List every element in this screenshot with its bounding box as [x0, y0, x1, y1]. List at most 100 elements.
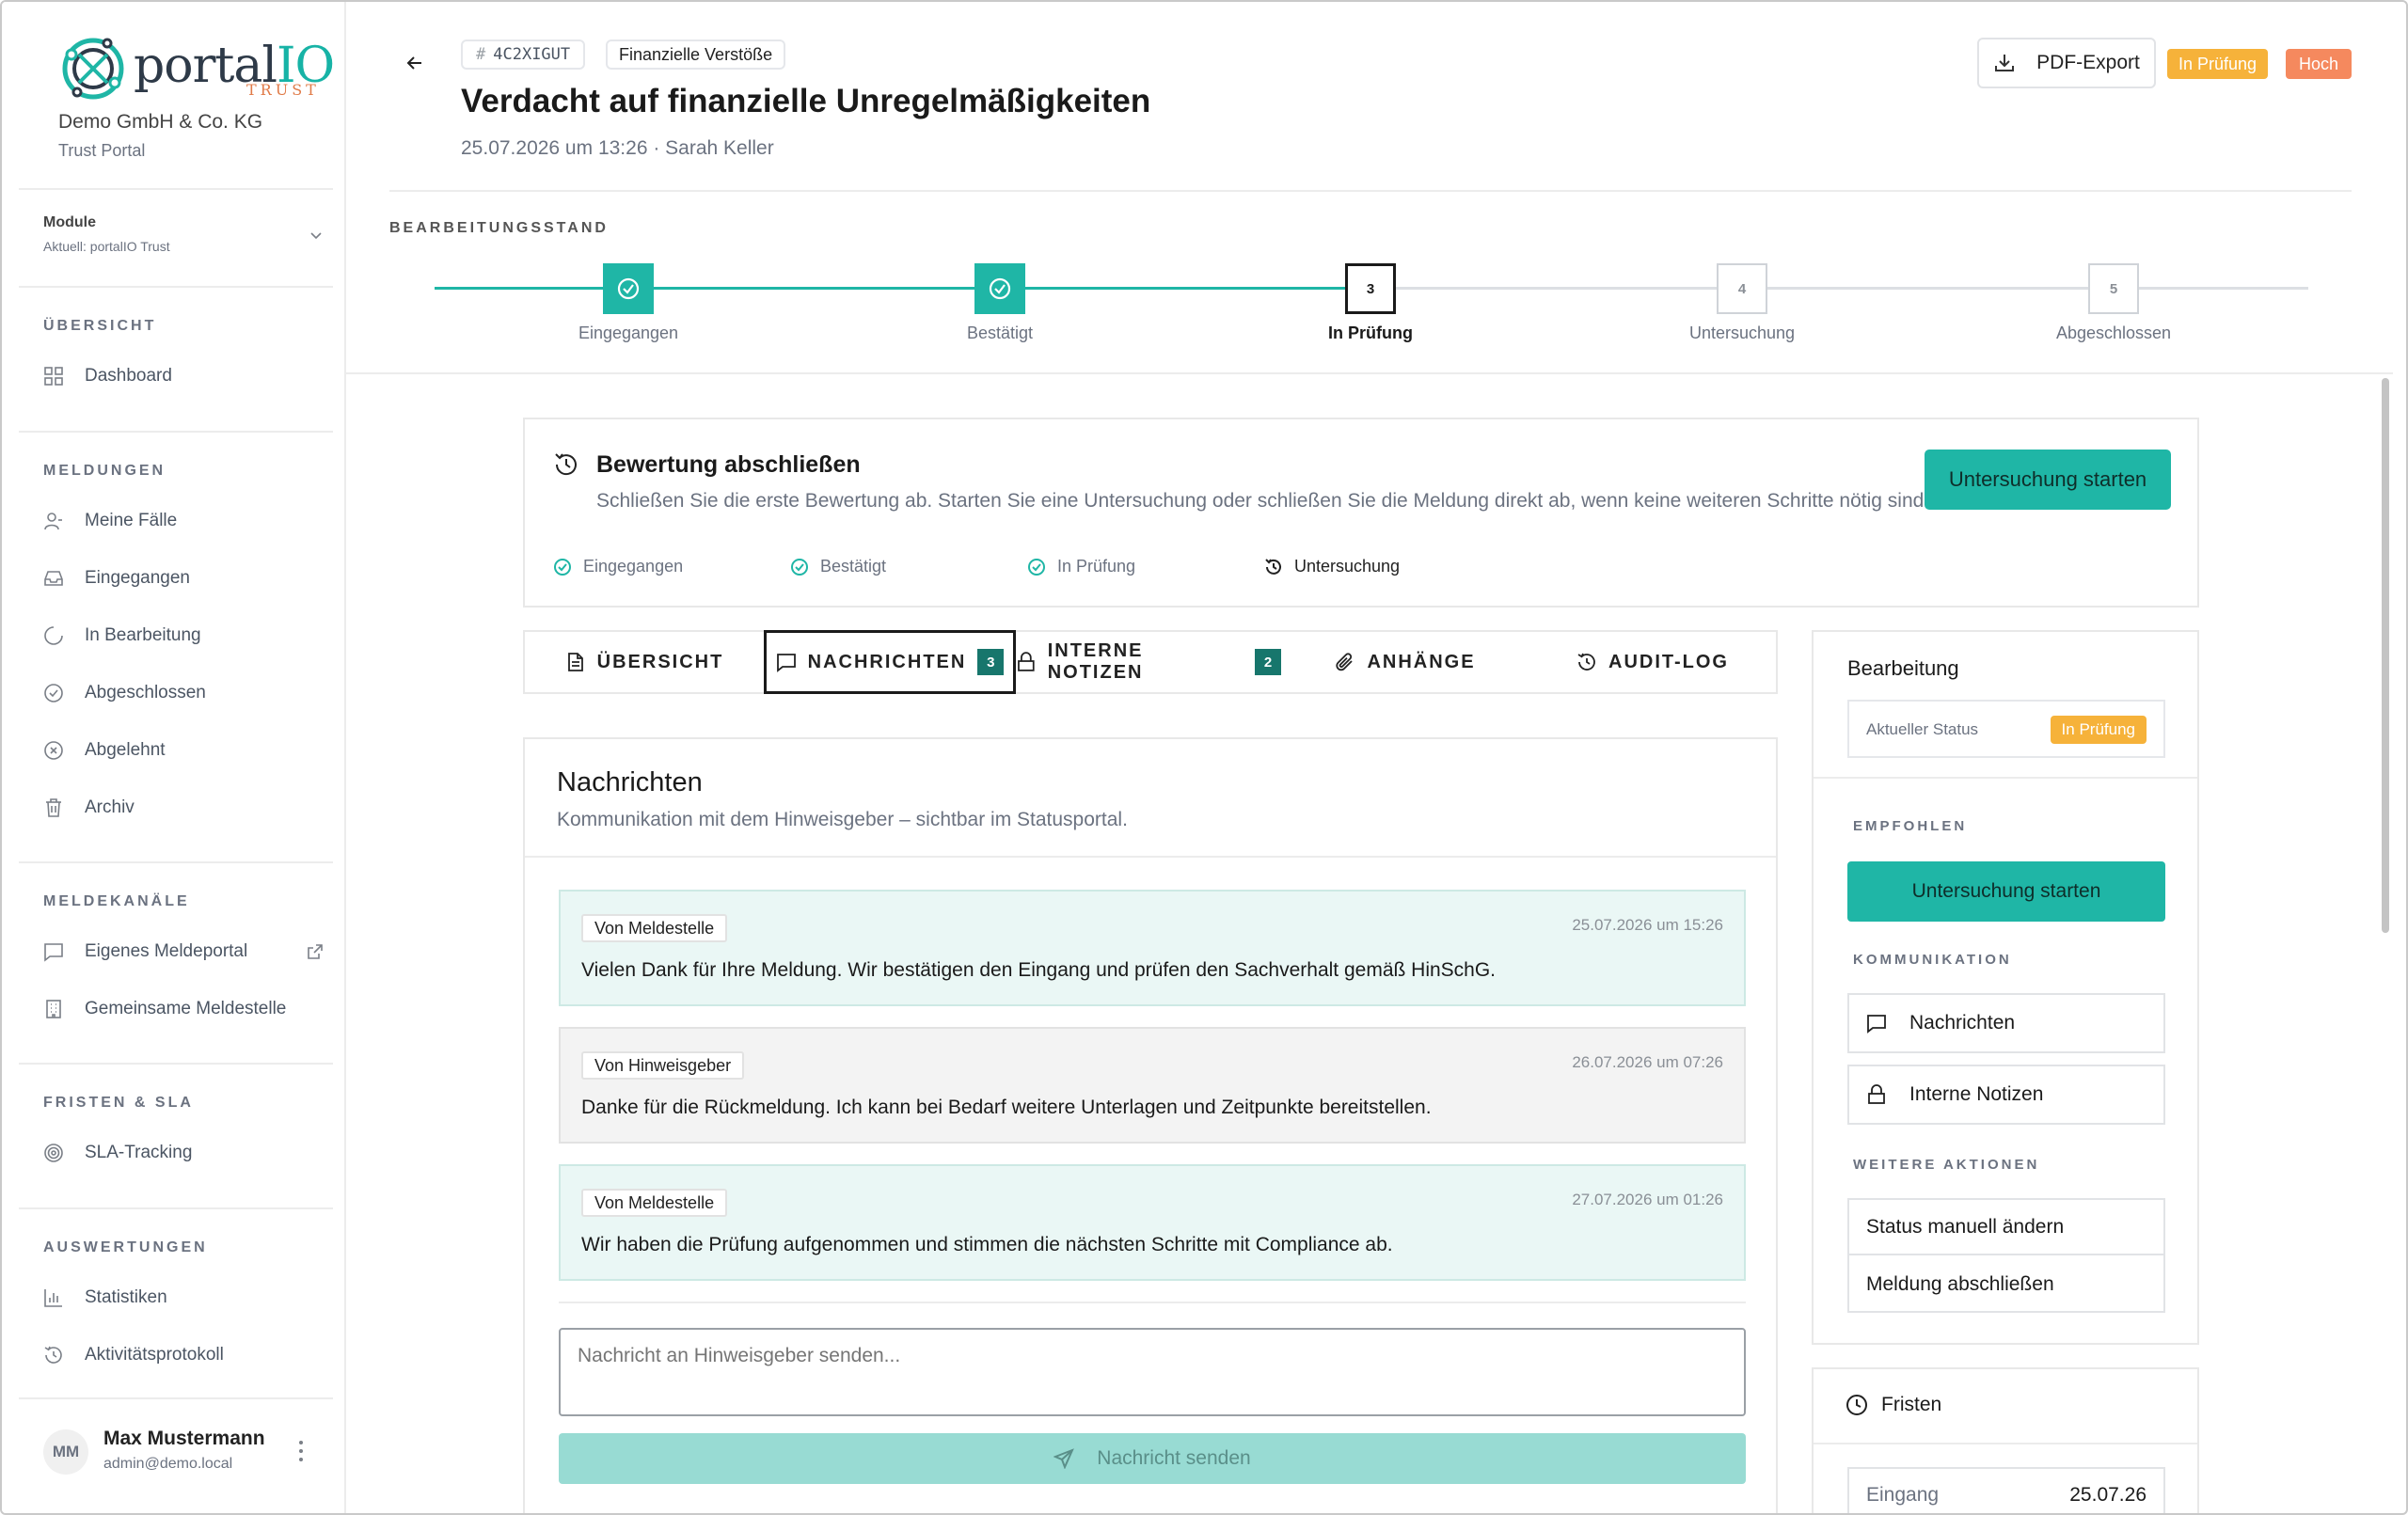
app-window: portalIO TRUST Demo GmbH & Co. KG Trust … [0, 0, 2408, 1515]
pdf-export-button[interactable]: PDF-Export [1977, 38, 2156, 88]
step-label: In Prüfung [1328, 324, 1413, 342]
messages-title: Nachrichten [557, 767, 703, 797]
back-arrow-icon[interactable] [403, 51, 427, 75]
lock-icon [1868, 1084, 1885, 1104]
message-input[interactable] [559, 1328, 1746, 1416]
message-item: Von Hinweisgeber 26.07.2026 um 07:26 Dan… [559, 1027, 1746, 1144]
panel-divider [1814, 777, 2197, 779]
deadline-value: 25.07.26 [2069, 1484, 2147, 1506]
message-timestamp: 26.07.2026 um 07:26 [1572, 1053, 1723, 1071]
sidebar-item-label: Dashboard [85, 366, 172, 386]
sidebar-item-in-progress[interactable]: In Bearbeitung [43, 619, 201, 653]
open-messages-button[interactable]: Nachrichten [1847, 993, 2165, 1053]
step-4-investigation: 4 [1717, 263, 1767, 314]
message-item: Von Meldestelle 25.07.2026 um 15:26 Viel… [559, 890, 1746, 1006]
sidebar-item-archive[interactable]: Archiv [43, 791, 135, 825]
message-icon [44, 943, 63, 962]
sidebar-item-my-cases[interactable]: Meine Fälle [43, 504, 177, 538]
start-investigation-button[interactable]: Untersuchung starten [1925, 450, 2171, 510]
scrollbar-thumb[interactable] [2382, 378, 2389, 933]
x-circle-icon [44, 741, 63, 760]
send-message-label: Nachricht senden [1097, 1447, 1251, 1469]
progress-line-pending [1362, 287, 2308, 290]
sidebar-item-dashboard[interactable]: Dashboard [43, 359, 172, 393]
sidebar-item-statistics[interactable]: Statistiken [43, 1281, 167, 1315]
evaluation-step-investigation: Untersuchung [1264, 557, 1400, 576]
pdf-export-label: PDF-Export [2036, 52, 2140, 73]
evaluation-card: Bewertung abschließen Schließen Sie die … [523, 418, 2199, 608]
sidebar-item-label: SLA-Tracking [85, 1143, 193, 1162]
message-sender-tag: Von Hinweisgeber [581, 1051, 745, 1080]
tab-internal-notes[interactable]: INTERNE NOTIZEN 2 [1016, 632, 1281, 692]
tab-attachments[interactable]: ANHÄNGE [1281, 632, 1529, 692]
sidebar-item-sla-tracking[interactable]: SLA-Tracking [43, 1136, 192, 1170]
step-label: Eingegangen [578, 324, 679, 342]
sidebar-item-activity-log[interactable]: Aktivitätsprotokoll [43, 1338, 224, 1372]
module-switcher[interactable]: Module Aktuell: portalIO Trust [43, 214, 325, 254]
sidebar-item-label: Abgelehnt [85, 740, 166, 760]
sidebar-item-completed[interactable]: Abgeschlossen [43, 676, 206, 710]
sidebar-item-label: Meine Fälle [85, 511, 178, 530]
history-icon [1577, 653, 1595, 671]
message-sender-tag: Von Meldestelle [581, 914, 728, 942]
tab-overview[interactable]: ÜBERSICHT [525, 632, 764, 692]
section-title-overview: ÜBERSICHT [43, 318, 157, 334]
sidebar-divider [19, 861, 333, 863]
step-3-review: 3 [1345, 263, 1396, 314]
page-title: Verdacht auf finanzielle Unregelmäßigkei… [461, 83, 1151, 119]
sidebar-item-shared-office[interactable]: Gemeinsame Meldestelle [43, 992, 286, 1026]
evaluation-step-label: Eingegangen [583, 557, 684, 576]
open-messages-label: Nachrichten [1909, 1012, 2016, 1034]
deadlines-title-label: Fristen [1881, 1394, 1942, 1415]
change-status-manually-button[interactable]: Status manuell ändern [1849, 1200, 2163, 1255]
tab-label: ANHÄNGE [1367, 651, 1476, 672]
evaluation-step-label: Untersuchung [1294, 557, 1401, 576]
more-vertical-icon[interactable] [297, 1439, 305, 1463]
message-timestamp: 27.07.2026 um 01:26 [1572, 1191, 1723, 1208]
message-icon [776, 654, 796, 672]
portalio-logo-icon [62, 38, 124, 100]
case-id: 4C2XIGUT [493, 45, 571, 64]
step-label: Untersuchung [1688, 324, 1796, 342]
lock-icon [1018, 652, 1035, 671]
message-icon [1867, 1015, 1886, 1034]
tab-messages[interactable]: NACHRICHTEN 3 [764, 630, 1016, 694]
check-circle-icon [989, 277, 1011, 300]
messages-divider [525, 856, 1776, 858]
chevron-down-icon [310, 232, 322, 240]
user-email: admin@demo.local [103, 1456, 233, 1472]
main-scrollbar[interactable] [2378, 374, 2391, 1513]
section-title-reports: MELDUNGEN [43, 463, 166, 479]
external-link-icon[interactable] [307, 943, 324, 960]
open-internal-notes-button[interactable]: Interne Notizen [1847, 1065, 2165, 1125]
processing-panel: Bearbeitung Aktueller Status In Prüfung … [1812, 630, 2199, 1345]
current-status-box: Aktueller Status In Prüfung [1847, 700, 2165, 758]
dashboard-icon [44, 367, 63, 386]
bar-chart-icon [44, 1289, 62, 1307]
close-report-button[interactable]: Meldung abschließen [1849, 1256, 2163, 1312]
message-timestamp: 25.07.2026 um 15:26 [1572, 916, 1723, 934]
user-profile[interactable]: MM Max Mustermann admin@demo.local [43, 1426, 325, 1478]
sidebar-item-label: Eigenes Meldeportal [85, 941, 248, 961]
status-badge: In Prüfung [2050, 716, 2147, 744]
sidebar-item-own-portal[interactable]: Eigenes Meldeportal [43, 935, 247, 969]
messages-panel: Nachrichten Kommunikation mit dem Hinwei… [523, 737, 1778, 1513]
section-title-analytics: AUSWERTUNGEN [43, 1239, 208, 1255]
sidebar-item-label: Aktivitätsprotokoll [85, 1345, 224, 1365]
download-icon [1995, 55, 2015, 71]
send-message-button[interactable]: Nachricht senden [559, 1433, 1746, 1484]
open-internal-notes-label: Interne Notizen [1909, 1083, 2044, 1105]
history-icon [555, 453, 577, 476]
deadlines-panel: Fristen Eingang 25.07.26 [1812, 1367, 2199, 1513]
sidebar-item-received[interactable]: Eingegangen [43, 561, 190, 595]
start-investigation-button[interactable]: Untersuchung starten [1847, 861, 2165, 922]
sidebar-item-label: Abgeschlossen [85, 683, 206, 702]
progress-title: BEARBEITUNGSSTAND [389, 220, 609, 236]
messages-subtitle: Kommunikation mit dem Hinweisgeber – sic… [557, 809, 1128, 830]
sidebar-item-rejected[interactable]: Abgelehnt [43, 734, 166, 767]
tab-audit-log[interactable]: AUDIT-LOG [1529, 632, 1776, 692]
sidebar-divider [19, 431, 333, 433]
message-text: Vielen Dank für Ihre Meldung. Wir bestät… [581, 959, 1497, 981]
evaluation-step-label: Bestätigt [820, 557, 887, 576]
case-tabs: ÜBERSICHT NACHRICHTEN 3 INTERNE NOTIZEN … [523, 630, 1778, 694]
